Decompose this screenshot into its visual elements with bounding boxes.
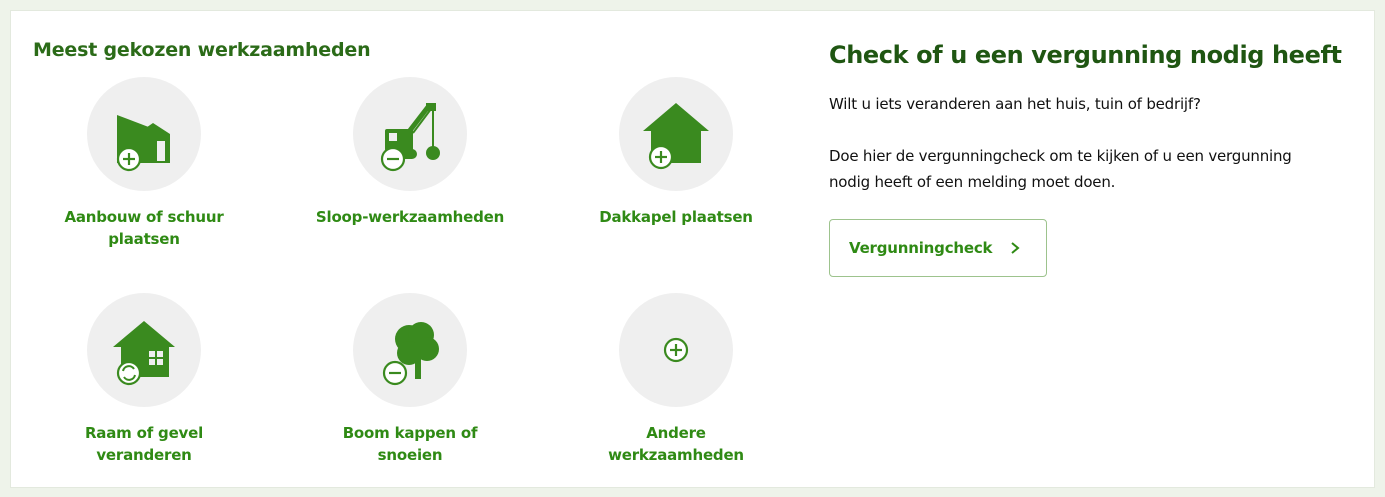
activity-label: Dakkapel plaatsen [599, 208, 753, 226]
activity-tile-dormer[interactable]: Dakkapel plaatsen [543, 77, 809, 228]
house-window-change-icon [113, 321, 175, 386]
demolition-crane-icon [380, 103, 440, 172]
permits-panel: Meest gekozen werkzaamheden Aanbouw of s… [10, 10, 1375, 488]
tree-remove-icon [382, 322, 439, 386]
activity-icon-circle [87, 77, 201, 191]
dormer-house-add-icon [643, 103, 709, 170]
activity-label: Boom kappen of snoeien [342, 424, 478, 464]
activity-label: Andere werkzaamheden [608, 424, 744, 464]
activity-tile-other[interactable]: Andere werkzaamheden [543, 293, 809, 466]
activity-icon-circle [353, 293, 467, 407]
permit-check-heading: Check of u een vergunning nodig heeft [829, 41, 1342, 69]
activity-icon-circle [353, 77, 467, 191]
activity-tile-demolition[interactable]: Sloop-werkzaamheden [277, 77, 543, 228]
activity-label: Aanbouw of schuur plaatsen [64, 208, 224, 248]
plus-circle-icon [663, 337, 689, 363]
activity-tile-tree[interactable]: Boom kappen of snoeien [277, 293, 543, 466]
permit-check-button-label: Vergunningcheck [849, 239, 993, 257]
permit-check-body: Doe hier de vergunningcheck om te kijken… [829, 147, 1292, 191]
popular-activities-heading: Meest gekozen werkzaamheden [33, 39, 371, 61]
activity-label: Sloop-werkzaamheden [315, 208, 505, 226]
permit-check-button[interactable]: Vergunningcheck [829, 219, 1047, 277]
activity-label: Raam of gevel veranderen [84, 424, 204, 464]
permit-check-intro: Wilt u iets veranderen aan het huis, tui… [829, 95, 1201, 113]
activity-icon-circle [619, 293, 733, 407]
activity-tile-window-facade[interactable]: Raam of gevel veranderen [11, 293, 277, 466]
activity-tile-extension[interactable]: Aanbouw of schuur plaatsen [11, 77, 277, 250]
activity-icon-circle [619, 77, 733, 191]
chevron-right-icon [1011, 242, 1020, 254]
extension-shed-add-icon [116, 115, 170, 172]
activity-icon-circle [87, 293, 201, 407]
